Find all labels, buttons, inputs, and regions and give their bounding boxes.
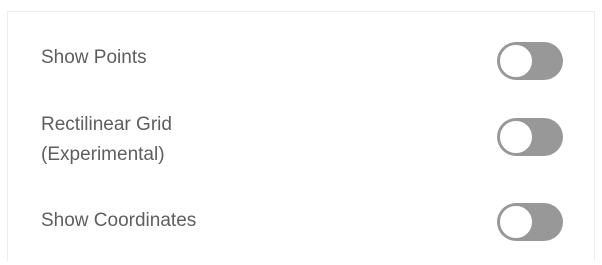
toggle-knob [499, 44, 533, 78]
show-coordinates-row: Show Coordinates [8, 202, 594, 242]
rectilinear-grid-row: Rectilinear Grid (Experimental) [8, 110, 594, 170]
toggle-knob [499, 120, 533, 154]
show-points-toggle[interactable] [497, 42, 563, 80]
show-points-row: Show Points [8, 40, 594, 80]
show-coordinates-label: Show Coordinates [41, 210, 197, 231]
show-coordinates-toggle[interactable] [497, 203, 563, 241]
rectilinear-grid-label: Rectilinear Grid (Experimental) [41, 114, 172, 165]
rectilinear-grid-toggle[interactable] [497, 118, 563, 156]
show-points-label: Show Points [41, 47, 147, 68]
settings-panel: Show Points Rectilinear Grid (Experiment… [7, 11, 595, 261]
toggle-knob [499, 205, 533, 239]
